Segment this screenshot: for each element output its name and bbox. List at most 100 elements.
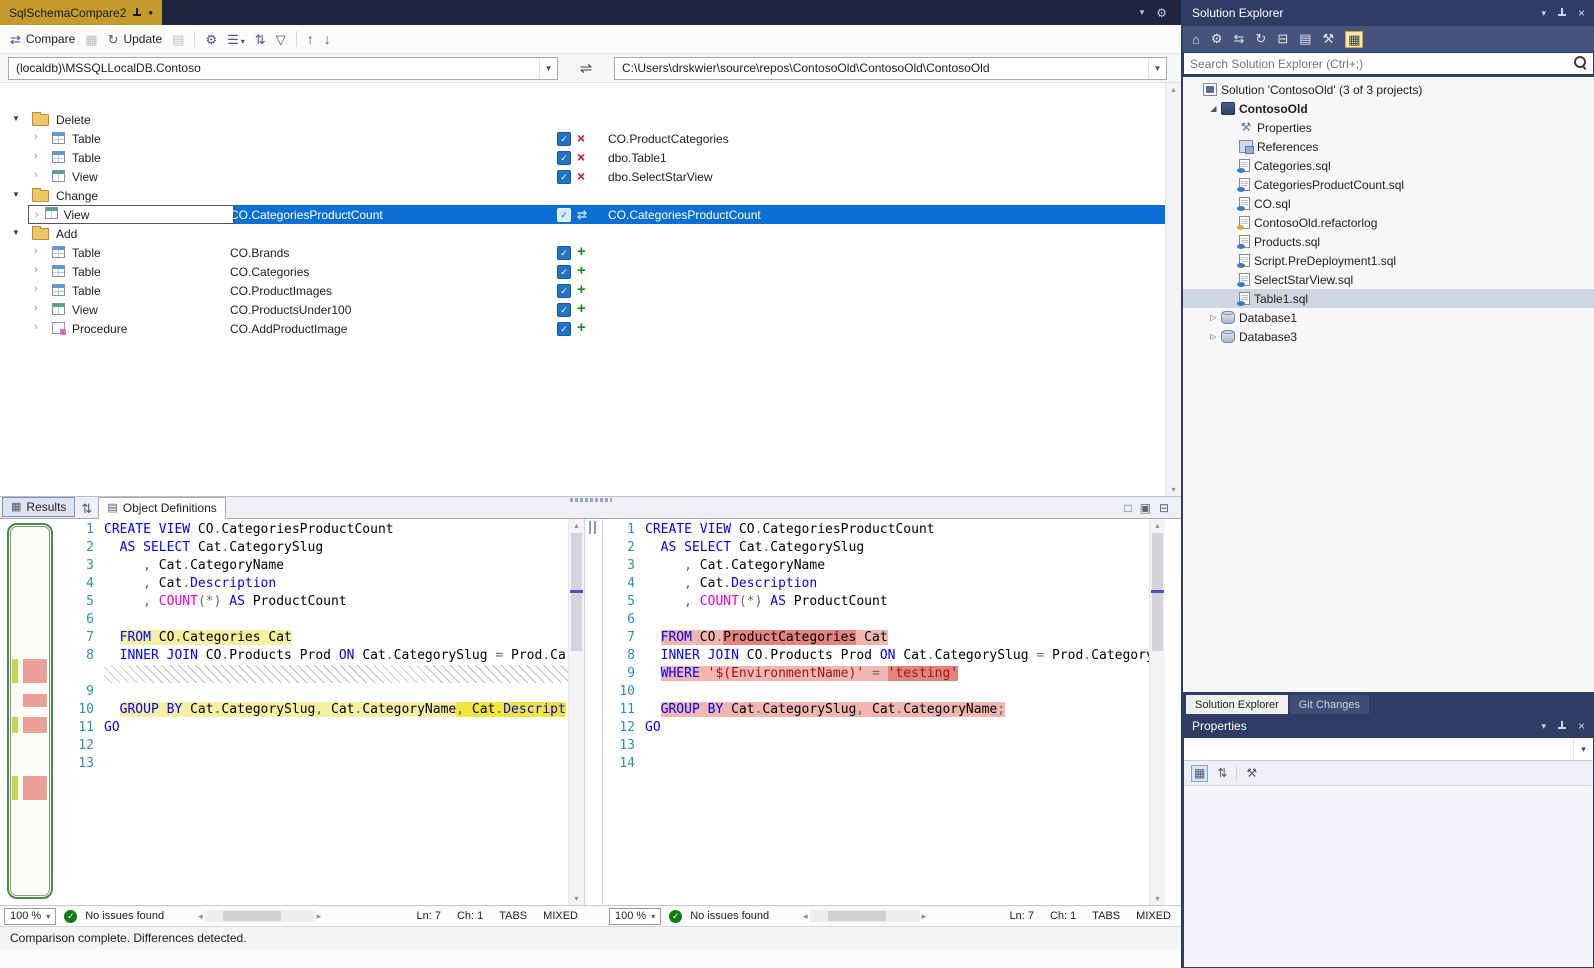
- sort-lines-icon[interactable]: ⇅: [81, 502, 92, 515]
- tab-solution-explorer[interactable]: Solution Explorer: [1186, 695, 1288, 714]
- zoom-select[interactable]: 100 %▾: [609, 908, 661, 925]
- tree-expander-icon[interactable]: ▷: [1207, 332, 1220, 341]
- include-checkbox[interactable]: ✓: [557, 208, 571, 222]
- code-line[interactable]: 12: [62, 737, 568, 755]
- expander-icon[interactable]: ›: [34, 302, 38, 314]
- pin-icon[interactable]: [132, 8, 142, 18]
- scroll-left-icon[interactable]: ◂: [198, 911, 203, 922]
- type-cell-box[interactable]: ›View: [28, 205, 234, 224]
- grid-row[interactable]: ›TableCO.Categories✓+: [0, 262, 1165, 281]
- right-code[interactable]: 1CREATE VIEW CO.CategoriesProductCount2 …: [603, 519, 1149, 905]
- expander-icon[interactable]: ›: [35, 209, 39, 221]
- code-line[interactable]: 1CREATE VIEW CO.CategoriesProductCount: [62, 521, 568, 539]
- window-layout-icon[interactable]: □: [1124, 501, 1131, 515]
- code-line[interactable]: 2 AS SELECT Cat.CategorySlug: [603, 539, 1149, 557]
- filter-funnel-icon[interactable]: ▽: [276, 33, 286, 46]
- diff-overview-map[interactable]: [0, 519, 62, 905]
- code-line[interactable]: 8 INNER JOIN CO.Products Prod ON Cat.Cat…: [62, 647, 568, 665]
- expander-icon[interactable]: ▼: [12, 228, 20, 237]
- tree-item[interactable]: Table1.sql: [1183, 289, 1594, 308]
- collapse-all-icon[interactable]: ⊟: [1277, 31, 1288, 47]
- include-checkbox[interactable]: ✓: [557, 246, 571, 260]
- code-line[interactable]: 10 GROUP BY Cat.CategorySlug, Cat.Catego…: [62, 701, 568, 719]
- tree-item[interactable]: Script.PreDeployment1.sql: [1183, 251, 1594, 270]
- left-code[interactable]: 1CREATE VIEW CO.CategoriesProductCount2 …: [62, 519, 568, 905]
- code-line[interactable]: [62, 665, 568, 683]
- grid-row[interactable]: ›ViewCO.CategoriesProductCount✓⇄CO.Categ…: [0, 205, 1165, 224]
- compare-button[interactable]: ⇄ Compare: [10, 32, 75, 46]
- code-line[interactable]: 6: [62, 611, 568, 629]
- tree-item[interactable]: CategoriesProductCount.sql: [1183, 175, 1594, 194]
- tree-item[interactable]: CO.sql: [1183, 194, 1594, 213]
- grid-row[interactable]: ›ViewCO.ProductsUnder100✓+: [0, 300, 1165, 319]
- code-line[interactable]: 5 , COUNT(*) AS ProductCount: [62, 593, 568, 611]
- include-checkbox[interactable]: ✓: [557, 132, 571, 146]
- scroll-up-icon[interactable]: ▴: [1150, 521, 1165, 530]
- properties-titlebar[interactable]: Properties ▾ ×: [1183, 714, 1594, 738]
- code-line[interactable]: 11GO: [62, 719, 568, 737]
- target-dropdown[interactable]: C:\Users\drskwier\source\repos\ContosoOl…: [614, 57, 1167, 80]
- pin-icon[interactable]: [1557, 721, 1567, 731]
- code-line[interactable]: 7 FROM CO.ProductCategories Cat: [603, 629, 1149, 647]
- code-line[interactable]: 3 , Cat.CategoryName: [62, 557, 568, 575]
- chevron-down-icon[interactable]: ▾: [1541, 8, 1546, 19]
- report-icon[interactable]: ▤: [172, 33, 184, 46]
- hide-panel-icon[interactable]: ⊟: [1159, 501, 1169, 515]
- expander-icon[interactable]: ›: [34, 321, 38, 333]
- grid-vertical-scrollbar[interactable]: ▴ ▾: [1165, 83, 1181, 496]
- include-checkbox[interactable]: ✓: [557, 151, 571, 165]
- hscroll-thumb[interactable]: [223, 911, 281, 921]
- code-line[interactable]: 6: [603, 611, 1149, 629]
- code-line[interactable]: 1CREATE VIEW CO.CategoriesProductCount: [603, 521, 1149, 539]
- include-checkbox[interactable]: ✓: [557, 322, 571, 336]
- grid-row[interactable]: ›TableCO.Brands✓+: [0, 243, 1165, 262]
- source-dropdown[interactable]: (localdb)\MSSQLLocalDB.Contoso ▾: [8, 57, 558, 80]
- code-line[interactable]: 9 WHERE '$(EnvironmentName)' = 'testing': [603, 665, 1149, 683]
- zoom-select[interactable]: 100 %▾: [4, 908, 56, 925]
- maximize-panel-icon[interactable]: ▣: [1140, 501, 1151, 515]
- switch-direction-button[interactable]: ⇌: [564, 57, 608, 79]
- code-line[interactable]: 11 GROUP BY Cat.CategorySlug, Cat.Catego…: [603, 701, 1149, 719]
- refresh-icon[interactable]: ↻: [1255, 31, 1266, 47]
- grid-row[interactable]: ›ProcedureCO.AddProductImage✓+: [0, 319, 1165, 338]
- tree-expander-icon[interactable]: ◢: [1207, 104, 1220, 113]
- tree-item[interactable]: References: [1183, 137, 1594, 156]
- code-line[interactable]: 5 , COUNT(*) AS ProductCount: [603, 593, 1149, 611]
- tree-item[interactable]: ContosoOld.refactorlog: [1183, 213, 1594, 232]
- horizontal-scrollbar[interactable]: ◂▸: [803, 910, 926, 922]
- tree-item[interactable]: Products.sql: [1183, 232, 1594, 251]
- scroll-right-icon[interactable]: ▸: [317, 911, 322, 922]
- hscroll-track[interactable]: [205, 910, 315, 922]
- alphabetical-sort-icon[interactable]: ⇅: [1217, 766, 1227, 780]
- solution-explorer-titlebar[interactable]: Solution Explorer ▾ ×: [1183, 0, 1594, 26]
- tree-item[interactable]: Categories.sql: [1183, 156, 1594, 175]
- scroll-right-icon[interactable]: ▸: [922, 911, 927, 922]
- expander-icon[interactable]: ›: [34, 150, 38, 162]
- scroll-down-icon[interactable]: ▾: [569, 894, 584, 903]
- tree-item[interactable]: ▷Database3: [1183, 327, 1594, 346]
- include-checkbox[interactable]: ✓: [557, 303, 571, 317]
- code-line[interactable]: 7 FROM CO.Categories Cat: [62, 629, 568, 647]
- code-line[interactable]: 2 AS SELECT Cat.CategorySlug: [62, 539, 568, 557]
- tab-object-definitions[interactable]: ▤ Object Definitions: [98, 497, 225, 519]
- filter-gear-icon[interactable]: ⚙: [1211, 31, 1223, 47]
- expander-icon[interactable]: ›: [34, 283, 38, 295]
- horizontal-scrollbar[interactable]: ◂▸: [198, 910, 321, 922]
- grid-row[interactable]: ›Table✓×CO.ProductCategories: [0, 129, 1165, 148]
- grid-group-row-change[interactable]: ▼Change: [0, 186, 1165, 205]
- grid-group-row-add[interactable]: ▼Add: [0, 224, 1165, 243]
- close-icon[interactable]: ×: [1578, 719, 1585, 733]
- sync-with-active-document-icon[interactable]: ▦: [1345, 31, 1363, 48]
- tab-git-changes[interactable]: Git Changes: [1290, 695, 1369, 714]
- splitter-grip[interactable]: [570, 498, 612, 502]
- scroll-left-icon[interactable]: ◂: [803, 911, 808, 922]
- code-line[interactable]: 9: [62, 683, 568, 701]
- hscroll-thumb[interactable]: [828, 911, 886, 921]
- tree-item[interactable]: ⚒Properties: [1183, 118, 1594, 137]
- next-difference-icon[interactable]: ↓: [324, 32, 331, 46]
- tree-expander-icon[interactable]: ▷: [1207, 313, 1220, 322]
- properties-object-dropdown[interactable]: ▾: [1184, 738, 1593, 761]
- property-pages-wrench-icon[interactable]: ⚒: [1246, 766, 1257, 780]
- code-line[interactable]: 13: [603, 737, 1149, 755]
- categorized-icon[interactable]: ▦: [1191, 765, 1208, 782]
